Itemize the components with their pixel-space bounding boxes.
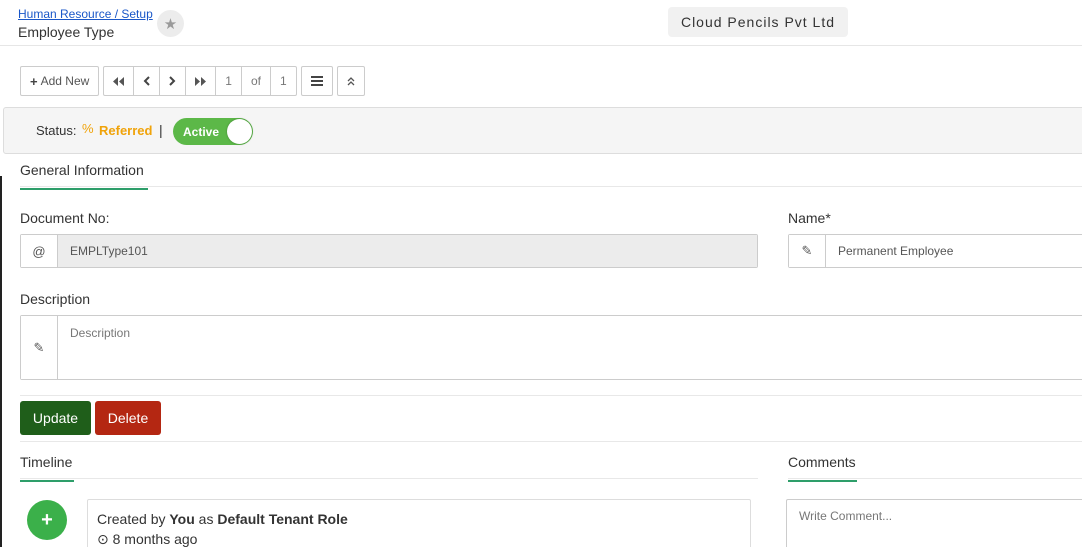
timeline-entry: Created by You as Default Tenant Role ⊙ … [87, 499, 751, 547]
comment-placeholder: Write Comment... [799, 509, 893, 523]
status-value: Referred [99, 123, 153, 138]
description-field: ✎ Description [20, 315, 1082, 380]
description-label: Description [20, 291, 91, 307]
comment-input[interactable]: Write Comment... [786, 499, 1082, 547]
pencil-icon: ✎ [789, 235, 826, 267]
toggle-knob [227, 119, 252, 144]
timeline-divider [20, 478, 758, 479]
clock-icon: ⊙ [97, 531, 109, 547]
delete-button[interactable]: Delete [95, 401, 161, 435]
document-no-input: EMPLType101 [58, 235, 757, 267]
page-title: Employee Type [18, 24, 115, 40]
page-header: Human Resource / Setup Employee Type ★ C… [0, 0, 1082, 46]
lower-divider [20, 441, 1082, 442]
status-bar: Status: % Referred | Active [3, 107, 1082, 154]
actions-divider [20, 395, 1082, 396]
name-input[interactable]: Permanent Employee [826, 235, 1082, 267]
timeline-actor: You [169, 511, 195, 527]
link-icon: % [82, 121, 94, 136]
plus-circle-icon: + [27, 500, 67, 540]
current-page[interactable]: 1 [216, 67, 242, 95]
status-label: Status: [36, 123, 77, 138]
previous-page-icon[interactable] [134, 67, 161, 95]
add-new-button[interactable]: + Add New [21, 67, 98, 95]
total-pages: 1 [280, 74, 287, 88]
description-textarea[interactable]: Description [58, 316, 1082, 379]
document-no-field: @ EMPLType101 [20, 234, 758, 268]
first-page-icon[interactable] [104, 67, 135, 95]
company-name: Cloud Pencils Pvt Ltd [668, 7, 848, 37]
list-view-group [300, 66, 333, 96]
list-view-icon[interactable] [302, 67, 332, 95]
toggle-label: Active [183, 125, 220, 139]
last-page-icon[interactable] [186, 67, 217, 95]
update-button[interactable]: Update [20, 401, 91, 435]
name-field: ✎ Permanent Employee [788, 234, 1082, 268]
name-label: Name* [788, 210, 831, 226]
breadcrumb[interactable]: Human Resource / Setup [18, 7, 153, 21]
status-separator: | [159, 122, 163, 138]
at-icon: @ [21, 235, 58, 267]
section-divider [20, 186, 1082, 187]
active-toggle[interactable]: Active [173, 118, 253, 145]
record-toolbar: + Add New 1 of 1 [20, 66, 365, 96]
timeline-entry-text: Created by You as Default Tenant Role [97, 511, 348, 527]
collapse-up-icon[interactable] [338, 67, 364, 95]
favorite-star-icon[interactable]: ★ [157, 10, 184, 37]
comments-divider [788, 478, 1082, 479]
timeline-time-text: 8 months ago [112, 531, 198, 547]
timeline-time: ⊙ 8 months ago [97, 531, 197, 547]
edge-divider [0, 176, 2, 547]
add-new-label: Add New [40, 74, 90, 88]
timeline-role: Default Tenant Role [217, 511, 348, 527]
document-no-label: Document No: [20, 210, 110, 226]
add-new-group: + Add New [20, 66, 100, 96]
timeline-prefix: Created by [97, 511, 166, 527]
of-label: of [242, 67, 271, 95]
pager-group: 1 of 1 [103, 66, 297, 96]
timeline-middle: as [198, 511, 214, 527]
collapse-group [336, 66, 365, 96]
plus-icon: + [30, 73, 38, 89]
pencil-icon: ✎ [21, 316, 58, 379]
next-page-icon[interactable] [160, 67, 187, 95]
